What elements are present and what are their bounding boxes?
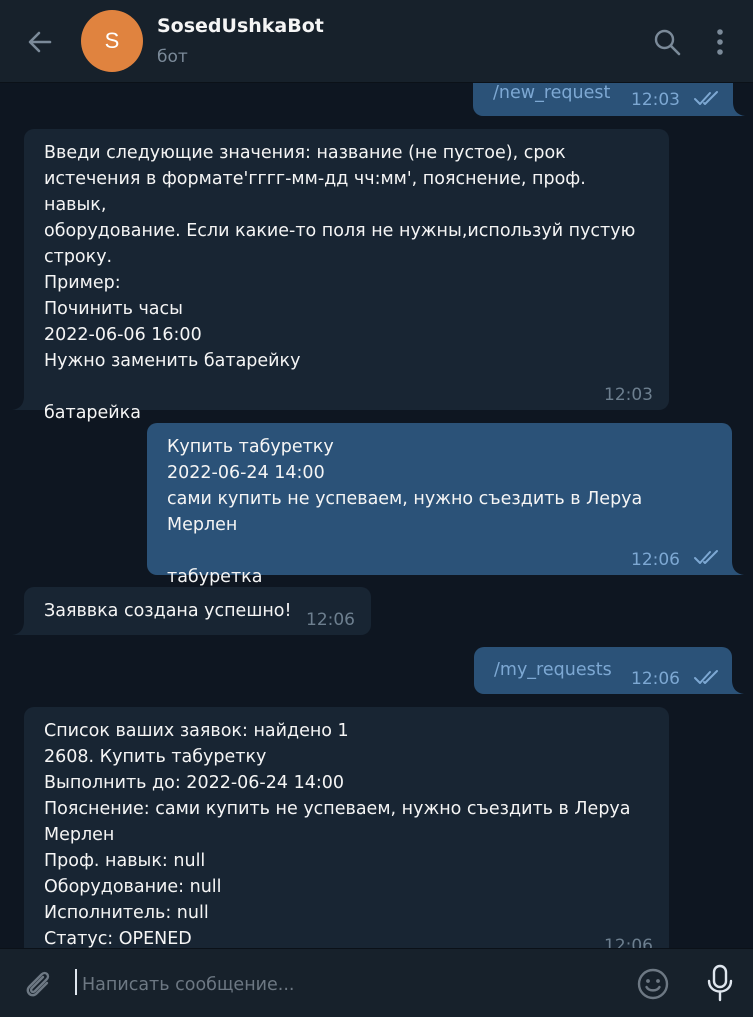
- message-bubble-outgoing[interactable]: Купить табуретку 2022-06-24 14:00 сами к…: [147, 423, 732, 587]
- message-text: Введи следующие значения: название (не п…: [44, 143, 636, 423]
- message-time: 12:06: [631, 669, 680, 689]
- avatar[interactable]: S: [81, 10, 143, 72]
- back-arrow-icon[interactable]: [24, 26, 56, 58]
- bubble-tail: [12, 621, 24, 635]
- chat-header: S SosedUshkaBot бот: [0, 0, 753, 83]
- message-input[interactable]: [80, 969, 624, 1001]
- microphone-icon[interactable]: [704, 963, 736, 1003]
- emoji-icon[interactable]: [636, 967, 670, 1001]
- more-vert-icon[interactable]: [708, 26, 732, 58]
- message-bubble-incoming[interactable]: Введи следующие значения: название (не п…: [24, 129, 669, 423]
- message-time: 12:03: [604, 385, 653, 405]
- message-bubble-outgoing[interactable]: /my_requests 12:06: [474, 647, 732, 694]
- message-text: /my_requests: [494, 660, 612, 680]
- double-check-icon: [694, 550, 718, 564]
- chat-subtitle: бот: [157, 47, 188, 67]
- message-time: 12:03: [631, 90, 680, 110]
- message-list[interactable]: /new_request 12:03 Введи следующие значе…: [0, 82, 753, 948]
- search-icon[interactable]: [652, 27, 682, 57]
- bubble-tail: [732, 561, 744, 575]
- message-text: Заяввка создана успешно!: [44, 601, 292, 621]
- message-bubble-incoming[interactable]: Заяввка создана успешно! 12:06: [24, 587, 371, 635]
- message-composer: [0, 948, 753, 1017]
- message-text: Список ваших заявок: найдено 1 2608. Куп…: [44, 721, 631, 948]
- bubble-tail: [732, 680, 744, 694]
- chat-title[interactable]: SosedUshkaBot: [157, 15, 324, 37]
- bubble-tail: [12, 396, 24, 410]
- bubble-tail: [733, 102, 745, 116]
- message-bubble-incoming[interactable]: Список ваших заявок: найдено 1 2608. Куп…: [24, 707, 669, 948]
- message-time: 12:06: [604, 936, 653, 948]
- message-text: /new_request: [493, 83, 611, 103]
- text-cursor: [75, 969, 77, 995]
- message-text: Купить табуретку 2022-06-24 14:00 сами к…: [167, 437, 643, 587]
- message-time: 12:06: [306, 610, 355, 630]
- double-check-icon: [694, 670, 718, 684]
- message-time: 12:06: [631, 550, 680, 570]
- double-check-icon: [694, 91, 718, 105]
- paperclip-icon[interactable]: [20, 967, 54, 1001]
- message-bubble-outgoing[interactable]: /new_request 12:03: [473, 82, 733, 116]
